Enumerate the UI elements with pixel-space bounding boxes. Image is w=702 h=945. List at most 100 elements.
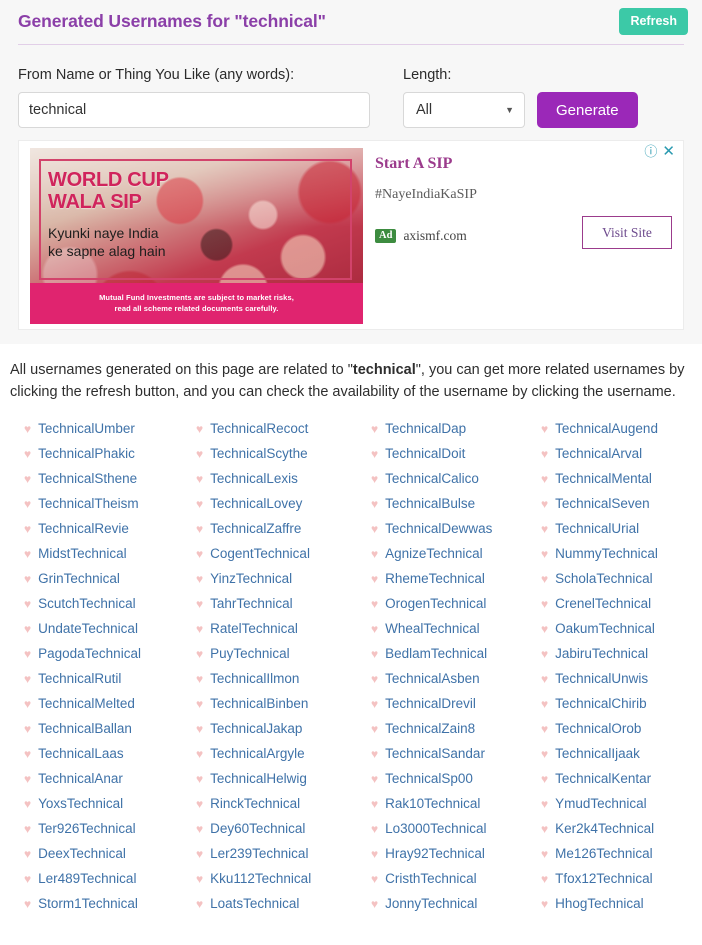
username-item[interactable]: ♥ TechnicalDewwas xyxy=(371,516,541,541)
ad-disclaimer-line2: read all scheme related documents carefu… xyxy=(114,303,279,313)
username-item[interactable]: ♥ Ler489Technical xyxy=(24,866,196,891)
ad-visit-site-button[interactable]: Visit Site xyxy=(582,216,672,249)
username-item[interactable]: ♥ ScholaTechnical xyxy=(541,566,702,591)
ad-creative-image[interactable]: WORLD CUP WALA SIP Kyunki naye India ke … xyxy=(30,148,363,324)
username-item[interactable]: ♥ TechnicalBallan xyxy=(24,716,196,741)
username-item[interactable]: ♥ TechnicalDap xyxy=(371,416,541,441)
username-item[interactable]: ♥ ScutchTechnical xyxy=(24,591,196,616)
username-item[interactable]: ♥ TechnicalUmber xyxy=(24,416,196,441)
username-item[interactable]: ♥ TechnicalLovey xyxy=(196,491,371,516)
ad-domain[interactable]: axismf.com xyxy=(403,228,466,244)
username-item[interactable]: ♥ UndateTechnical xyxy=(24,616,196,641)
heart-icon: ♥ xyxy=(541,571,549,586)
username-item[interactable]: ♥ Hray92Technical xyxy=(371,841,541,866)
username-item[interactable]: ♥ YinzTechnical xyxy=(196,566,371,591)
username-item[interactable]: ♥ TechnicalArval xyxy=(541,441,702,466)
username-item[interactable]: ♥ Ter926Technical xyxy=(24,816,196,841)
username-item[interactable]: ♥ GrinTechnical xyxy=(24,566,196,591)
username-item[interactable]: ♥ LoatsTechnical xyxy=(196,891,371,916)
username-item[interactable]: ♥ CrenelTechnical xyxy=(541,591,702,616)
username-item[interactable]: ♥ Kku112Technical xyxy=(196,866,371,891)
ad-title[interactable]: Start A SIP xyxy=(375,155,683,173)
length-select[interactable]: All xyxy=(403,92,525,128)
username-item[interactable]: ♥ AgnizeTechnical xyxy=(371,541,541,566)
username-item[interactable]: ♥ TechnicalLexis xyxy=(196,466,371,491)
username-item[interactable]: ♥ TahrTechnical xyxy=(196,591,371,616)
heart-icon: ♥ xyxy=(371,496,379,511)
username-item[interactable]: ♥ YoxsTechnical xyxy=(24,791,196,816)
ad-disclaimer-line1: Mutual Fund Investments are subject to m… xyxy=(99,293,294,302)
username-item[interactable]: ♥ CristhTechnical xyxy=(371,866,541,891)
username-item[interactable]: ♥ JabiruTechnical xyxy=(541,641,702,666)
username-item[interactable]: ♥ JonnyTechnical xyxy=(371,891,541,916)
username-item[interactable]: ♥ TechnicalHelwig xyxy=(196,766,371,791)
username-item[interactable]: ♥ TechnicalScythe xyxy=(196,441,371,466)
username-item[interactable]: ♥ TechnicalSandar xyxy=(371,741,541,766)
username-item[interactable]: ♥ PagodaTechnical xyxy=(24,641,196,666)
username-item[interactable]: ♥ TechnicalIjaak xyxy=(541,741,702,766)
username-item[interactable]: ♥ TechnicalOrob xyxy=(541,716,702,741)
username-item[interactable]: ♥ OrogenTechnical xyxy=(371,591,541,616)
username-item[interactable]: ♥ TechnicalBulse xyxy=(371,491,541,516)
username-item[interactable]: ♥ Ler239Technical xyxy=(196,841,371,866)
username-item[interactable]: ♥ TechnicalSp00 xyxy=(371,766,541,791)
username-item[interactable]: ♥ TechnicalUrial xyxy=(541,516,702,541)
username-item[interactable]: ♥ HhogTechnical xyxy=(541,891,702,916)
info-circle-icon[interactable]: ⓘ xyxy=(644,145,657,158)
username-item[interactable]: ♥ TechnicalIlmon xyxy=(196,666,371,691)
name-input[interactable] xyxy=(18,92,370,128)
username-item[interactable]: ♥ DeexTechnical xyxy=(24,841,196,866)
username-item[interactable]: ♥ CogentTechnical xyxy=(196,541,371,566)
username-item[interactable]: ♥ Dey60Technical xyxy=(196,816,371,841)
ad-controls: ⓘ ✕ xyxy=(644,144,675,159)
username-item[interactable]: ♥ TechnicalChirib xyxy=(541,691,702,716)
username-item[interactable]: ♥ TechnicalJakap xyxy=(196,716,371,741)
username-item[interactable]: ♥ TechnicalTheism xyxy=(24,491,196,516)
username-item[interactable]: ♥ TechnicalAugend xyxy=(541,416,702,441)
heart-icon: ♥ xyxy=(371,471,379,486)
username-item[interactable]: ♥ TechnicalRevie xyxy=(24,516,196,541)
username-item[interactable]: ♥ TechnicalMental xyxy=(541,466,702,491)
username-item[interactable]: ♥ YmudTechnical xyxy=(541,791,702,816)
username-item[interactable]: ♥ TechnicalSeven xyxy=(541,491,702,516)
username-item[interactable]: ♥ TechnicalMelted xyxy=(24,691,196,716)
generate-button[interactable]: Generate xyxy=(537,92,638,128)
username-item[interactable]: ♥ TechnicalZain8 xyxy=(371,716,541,741)
username-item[interactable]: ♥ TechnicalDoit xyxy=(371,441,541,466)
username-item[interactable]: ♥ RinckTechnical xyxy=(196,791,371,816)
username-item[interactable]: ♥ TechnicalLaas xyxy=(24,741,196,766)
username-item[interactable]: ♥ BedlamTechnical xyxy=(371,641,541,666)
username-item[interactable]: ♥ TechnicalCalico xyxy=(371,466,541,491)
username-item[interactable]: ♥ RatelTechnical xyxy=(196,616,371,641)
refresh-button[interactable]: Refresh xyxy=(619,7,688,35)
username-item[interactable]: ♥ PuyTechnical xyxy=(196,641,371,666)
username-item[interactable]: ♥ TechnicalZaffre xyxy=(196,516,371,541)
username-item[interactable]: ♥ Storm1Technical xyxy=(24,891,196,916)
username-item[interactable]: ♥ TechnicalRecoct xyxy=(196,416,371,441)
username-item[interactable]: ♥ Ker2k4Technical xyxy=(541,816,702,841)
username-item[interactable]: ♥ TechnicalSthene xyxy=(24,466,196,491)
username-item[interactable]: ♥ NummyTechnical xyxy=(541,541,702,566)
username-item[interactable]: ♥ OakumTechnical xyxy=(541,616,702,641)
username-item[interactable]: ♥ TechnicalArgyle xyxy=(196,741,371,766)
username-item[interactable]: ♥ RhemeTechnical xyxy=(371,566,541,591)
username-item[interactable]: ♥ TechnicalPhakic xyxy=(24,441,196,466)
username-item[interactable]: ♥ TechnicalRutil xyxy=(24,666,196,691)
username-item[interactable]: ♥ TechnicalBinben xyxy=(196,691,371,716)
username-item[interactable]: ♥ Tfox12Technical xyxy=(541,866,702,891)
name-field-label: From Name or Thing You Like (any words): xyxy=(18,67,295,83)
username-item[interactable]: ♥ Lo3000Technical xyxy=(371,816,541,841)
username-item[interactable]: ♥ WhealTechnical xyxy=(371,616,541,641)
username-label: Kku112Technical xyxy=(210,871,312,887)
username-item[interactable]: ♥ TechnicalAsben xyxy=(371,666,541,691)
username-item[interactable]: ♥ TechnicalUnwis xyxy=(541,666,702,691)
username-item[interactable]: ♥ Me126Technical xyxy=(541,841,702,866)
username-item[interactable]: ♥ TechnicalAnar xyxy=(24,766,196,791)
close-icon[interactable]: ✕ xyxy=(662,144,675,159)
username-item[interactable]: ♥ Rak10Technical xyxy=(371,791,541,816)
username-item[interactable]: ♥ TechnicalKentar xyxy=(541,766,702,791)
username-item[interactable]: ♥ MidstTechnical xyxy=(24,541,196,566)
username-item[interactable]: ♥ TechnicalDrevil xyxy=(371,691,541,716)
heart-icon: ♥ xyxy=(541,721,549,736)
username-label: PagodaTechnical xyxy=(38,646,141,662)
